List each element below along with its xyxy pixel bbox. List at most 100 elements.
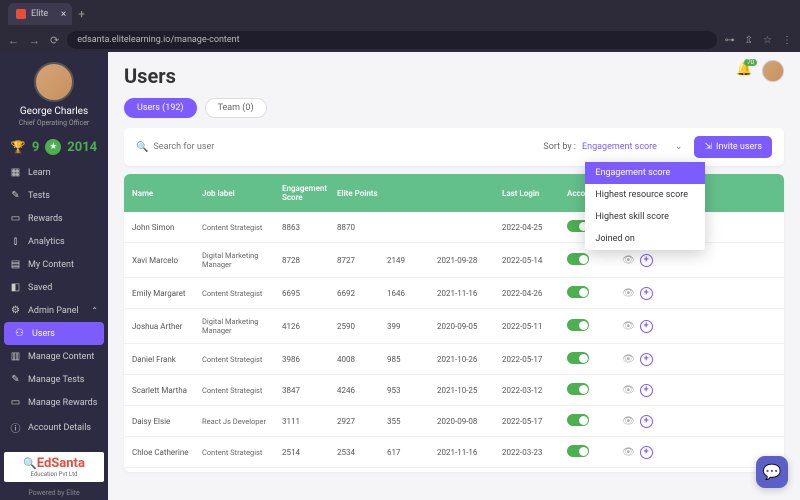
sidebar-item-tests[interactable]: ✎Tests bbox=[0, 184, 108, 207]
add-icon[interactable]: + bbox=[640, 384, 653, 397]
status-toggle[interactable] bbox=[567, 445, 589, 457]
sidebar-item-users[interactable]: ⚇Users bbox=[4, 322, 104, 345]
nav-icon: ⓘ bbox=[10, 420, 21, 435]
nav-icon: ✎ bbox=[10, 190, 21, 201]
column-header[interactable]: Engagement Score bbox=[282, 184, 337, 202]
browser-tab[interactable]: Elite × bbox=[8, 3, 72, 25]
view-icon[interactable]: 👁 bbox=[622, 255, 635, 266]
chevron-up-icon: ⌃ bbox=[91, 306, 98, 315]
table-row: Chloe Catherine Content Strategist 2514 … bbox=[124, 437, 784, 468]
nav-icon: ▭ bbox=[10, 213, 21, 224]
sidebar-item-analytics[interactable]: ⫾Analytics bbox=[0, 230, 108, 253]
sidebar-item-manage-tests[interactable]: ✎Manage Tests bbox=[0, 368, 108, 391]
sort-label: Sort by : bbox=[543, 142, 576, 152]
nav-icon: ⚙ bbox=[10, 305, 21, 316]
nav-icon: ▭ bbox=[10, 397, 21, 408]
view-icon[interactable]: 👁 bbox=[622, 321, 635, 332]
table-row: Joshua Arther Digital Marketing Manager … bbox=[124, 309, 784, 344]
sidebar-item-rewards[interactable]: ▭Rewards bbox=[0, 207, 108, 230]
notification-bell-icon[interactable]: 🔔70 bbox=[736, 62, 754, 80]
tab-favicon bbox=[16, 9, 26, 19]
sidebar-item-saved[interactable]: ◧Saved bbox=[0, 276, 108, 299]
view-icon[interactable]: 👁 bbox=[622, 447, 635, 458]
nav-icon: ◧ bbox=[10, 282, 21, 293]
nav-icon: ▦ bbox=[10, 167, 21, 178]
tab-title: Elite bbox=[31, 9, 48, 19]
sort-dropdown[interactable]: Engagement score ⌄ bbox=[582, 142, 682, 152]
add-icon[interactable]: + bbox=[640, 287, 653, 300]
view-icon[interactable]: 👁 bbox=[622, 385, 635, 396]
nav-icon: ✎ bbox=[10, 374, 21, 385]
sort-option[interactable]: Joined on bbox=[585, 228, 705, 250]
status-toggle[interactable] bbox=[567, 286, 589, 298]
chat-fab[interactable]: 💬 bbox=[756, 456, 788, 488]
sidebar-item-manage-content[interactable]: ▥Manage Content bbox=[0, 345, 108, 368]
new-tab-button[interactable]: + bbox=[78, 7, 85, 21]
sidebar-item-admin-panel[interactable]: ⚙Admin Panel⌃ bbox=[0, 299, 108, 322]
url-text: edsanta.elitelearning.io/manage-content bbox=[77, 35, 239, 45]
status-toggle[interactable] bbox=[567, 319, 589, 331]
back-icon[interactable]: ← bbox=[8, 34, 19, 47]
sort-option[interactable]: Highest skill score bbox=[585, 206, 705, 228]
trophy-icon: 🏆 bbox=[11, 140, 26, 154]
chevron-down-icon: ⌄ bbox=[675, 142, 683, 152]
sidebar-item-my-content[interactable]: ▤My Content bbox=[0, 253, 108, 276]
add-icon[interactable]: + bbox=[640, 353, 653, 366]
year-badge: 2014 bbox=[67, 140, 97, 155]
sidebar-item-account-details[interactable]: ⓘAccount Details bbox=[0, 414, 108, 441]
status-toggle[interactable] bbox=[567, 414, 589, 426]
table-row: Emily Margaret Content Strategist 6695 6… bbox=[124, 278, 784, 309]
add-icon[interactable]: + bbox=[640, 320, 653, 333]
brand-logo: 🔍EdSanta Education Pvt Ltd bbox=[4, 452, 104, 482]
trophy-count: 9 bbox=[32, 140, 39, 155]
add-icon[interactable]: + bbox=[640, 446, 653, 459]
column-header[interactable]: Elite Points bbox=[337, 189, 387, 198]
forward-icon[interactable]: → bbox=[29, 34, 40, 47]
powered-by: Powered by Elite bbox=[0, 486, 108, 500]
sort-option[interactable]: Engagement score bbox=[585, 162, 705, 184]
search-icon: 🔍 bbox=[136, 142, 148, 153]
table-row: Daniel Frank Content Strategist 3986 400… bbox=[124, 344, 784, 375]
reload-icon[interactable]: ⟳ bbox=[50, 34, 59, 47]
search-input[interactable] bbox=[153, 142, 293, 152]
add-icon[interactable]: + bbox=[640, 415, 653, 428]
nav-icon: ⚇ bbox=[14, 328, 25, 339]
invite-users-button[interactable]: ⇲ Invite users bbox=[694, 136, 772, 158]
column-header[interactable]: Name bbox=[132, 189, 202, 198]
share-icon[interactable]: ⇫ bbox=[745, 35, 753, 46]
status-toggle[interactable] bbox=[567, 352, 589, 364]
bookmark-icon[interactable]: ☆ bbox=[763, 35, 772, 46]
nav-icon: ▥ bbox=[10, 351, 21, 362]
nav-icon: ⫾ bbox=[10, 236, 21, 247]
tab-close-icon[interactable]: × bbox=[61, 9, 66, 20]
page-title: Users bbox=[124, 64, 784, 88]
sidebar: George Charles Chief Operating Officer 🏆… bbox=[0, 52, 108, 500]
user-avatar[interactable] bbox=[34, 62, 74, 102]
view-icon[interactable]: 👁 bbox=[622, 354, 635, 365]
sidebar-item-manage-rewards[interactable]: ▭Manage Rewards bbox=[0, 391, 108, 414]
user-name: George Charles bbox=[0, 106, 108, 117]
invite-icon: ⇲ bbox=[704, 142, 712, 152]
view-icon[interactable]: 👁 bbox=[622, 288, 635, 299]
nav-icon: ▤ bbox=[10, 259, 21, 270]
column-header[interactable]: Last Login bbox=[502, 189, 567, 198]
star-badge-icon: ★ bbox=[45, 139, 61, 155]
user-role: Chief Operating Officer bbox=[0, 119, 108, 127]
add-icon[interactable]: + bbox=[640, 254, 653, 267]
tab-users[interactable]: Users (192) bbox=[124, 98, 197, 118]
top-avatar[interactable] bbox=[762, 60, 784, 82]
status-toggle[interactable] bbox=[567, 383, 589, 395]
tab-team[interactable]: Team (0) bbox=[205, 98, 267, 118]
url-field[interactable]: edsanta.elitelearning.io/manage-content bbox=[67, 31, 716, 49]
column-header[interactable]: Job label bbox=[202, 189, 282, 198]
table-row: Daisy Elsie React Js Developer 3111 2927… bbox=[124, 406, 784, 437]
menu-icon[interactable]: ⋮ bbox=[782, 35, 792, 46]
status-toggle[interactable] bbox=[567, 253, 589, 265]
table-row: Alexander Harry Business Development Man… bbox=[124, 468, 784, 472]
sort-option[interactable]: Highest resource score bbox=[585, 184, 705, 206]
table-row: Scarlett Martha Content Strategist 3847 … bbox=[124, 375, 784, 406]
sidebar-item-learn[interactable]: ▦Learn bbox=[0, 161, 108, 184]
key-icon[interactable]: ⊶ bbox=[725, 35, 735, 46]
view-icon[interactable]: 👁 bbox=[622, 416, 635, 427]
sort-dropdown-menu: Engagement scoreHighest resource scoreHi… bbox=[585, 162, 705, 250]
